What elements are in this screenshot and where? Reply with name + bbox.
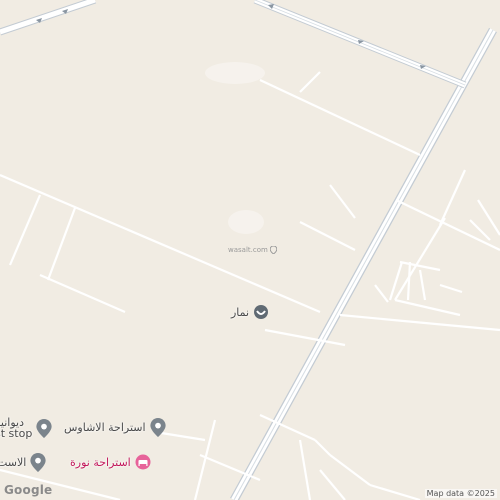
location-pin-icon: [149, 418, 166, 437]
map-canvas[interactable]: wasalt.com نمار استراحة الاشاوس استراحة …: [0, 0, 500, 500]
poi-noura[interactable]: استراحة نورة: [70, 454, 151, 470]
poi-sublabel: st stop: [0, 427, 33, 440]
faint-label-blur: [228, 210, 264, 234]
location-pin-icon: [254, 305, 269, 319]
lodging-icon: [135, 454, 151, 470]
poi-label: نمار: [231, 305, 250, 319]
poi-nammar[interactable]: نمار: [231, 304, 269, 320]
watermark-text: wasalt.com: [228, 246, 268, 254]
google-logo: Google: [4, 483, 53, 497]
watermark: wasalt.com: [228, 246, 277, 254]
map-attribution[interactable]: Map data ©2025: [424, 489, 497, 498]
location-pin-icon: [269, 246, 277, 254]
direction-arrows: [36, 4, 426, 69]
highway: [230, 27, 497, 500]
poi-al-ist[interactable]: الاست: [0, 453, 46, 472]
location-pin-icon: [36, 418, 52, 438]
poi-al-ashawis[interactable]: استراحة الاشاوس: [64, 418, 166, 437]
faint-label-blur: [205, 62, 265, 84]
poi-diwaniya[interactable]: ديوانية st stop: [0, 417, 52, 439]
road-top-left: [0, 0, 97, 36]
poi-label: استراحة الاشاوس: [64, 421, 146, 434]
poi-label: استراحة نورة: [70, 455, 131, 469]
location-pin-icon: [30, 453, 46, 472]
poi-label: الاست: [0, 456, 27, 469]
